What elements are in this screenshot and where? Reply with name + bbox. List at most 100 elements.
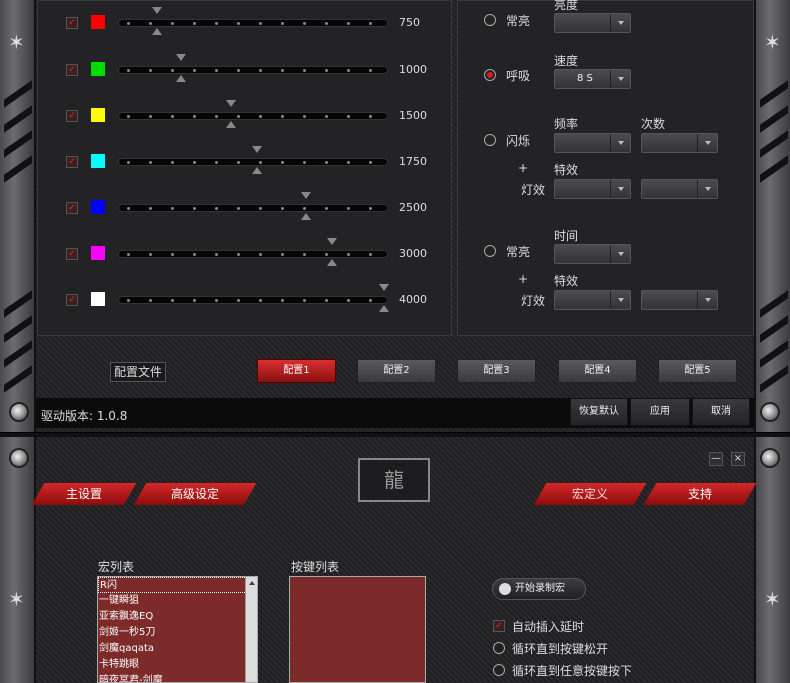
lighting-settings-window: ✶ ✶ ✓ 750 ✓ 1000 ✓ 1500 ✓ 1750 ✓ 2500 ✓ 3000 ✓ 4000 亮… [0, 0, 790, 433]
flash-radio[interactable] [484, 134, 496, 146]
rivet-icon [9, 402, 29, 422]
profile-4-button[interactable]: 配置4 [558, 359, 637, 383]
dpi-slider[interactable] [118, 192, 388, 220]
dpi-slider[interactable] [118, 284, 389, 312]
auto-delay-label: 自动插入延时 [512, 620, 585, 634]
slider-thumb-bottom-icon[interactable] [252, 167, 262, 174]
macro-list-scrollbar[interactable] [245, 577, 257, 682]
slider-tick [215, 161, 218, 164]
slider-tick [281, 22, 284, 25]
tab-support[interactable]: 支持 [643, 483, 757, 505]
slider-tick [149, 115, 152, 118]
dpi-enable-checkbox[interactable]: ✓ [66, 248, 78, 260]
effect-select-4[interactable] [641, 290, 718, 310]
dpi-enable-checkbox[interactable]: ✓ [66, 202, 78, 214]
steady2-radio[interactable] [484, 245, 496, 257]
slider-thumb-bottom-icon[interactable] [301, 213, 311, 220]
slider-thumb-top-icon[interactable] [379, 284, 389, 291]
slider-tick [149, 207, 152, 210]
slider-thumb-bottom-icon[interactable] [176, 75, 186, 82]
time-select[interactable] [554, 244, 631, 264]
effect-select[interactable] [554, 179, 631, 199]
auto-delay-checkbox[interactable]: ✓ [493, 620, 505, 632]
slider-thumb-bottom-icon[interactable] [379, 305, 389, 312]
dpi-enable-checkbox[interactable]: ✓ [66, 17, 78, 29]
dpi-color-swatch[interactable] [91, 200, 105, 214]
chevron-down-icon [610, 14, 630, 32]
macro-list-item[interactable]: 剑姬一秒5刀 [98, 625, 257, 641]
stripe-decoration [760, 80, 788, 108]
slider-tick [303, 69, 306, 72]
dpi-color-swatch[interactable] [91, 246, 105, 260]
frequency-select[interactable] [554, 133, 631, 153]
dpi-color-swatch[interactable] [91, 292, 105, 306]
effect-select-2[interactable] [641, 179, 718, 199]
restore-default-button[interactable]: 恢复默认 [570, 398, 628, 426]
macro-list-item[interactable]: 卡特跳眼 [98, 657, 257, 673]
profile-2-button[interactable]: 配置2 [357, 359, 436, 383]
effect-select-3[interactable] [554, 290, 631, 310]
brightness-select[interactable] [554, 13, 631, 33]
dpi-enable-checkbox[interactable]: ✓ [66, 294, 78, 306]
slider-thumb-bottom-icon[interactable] [152, 28, 162, 35]
speed-select[interactable]: 8 S [554, 69, 631, 89]
plus-label-2: + [518, 272, 529, 286]
slider-tick [325, 299, 328, 302]
steady-radio[interactable] [484, 14, 496, 26]
macro-list[interactable]: R闪 一键瞬狙 亚索飘逸EQ 剑姬一秒5刀 剑魔qaqata 卡特跳眼 暗夜冥君-剑魔 [97, 576, 258, 683]
dpi-color-swatch[interactable] [91, 108, 105, 122]
stripe-decoration [760, 290, 788, 318]
key-list[interactable] [289, 576, 426, 683]
macro-list-item[interactable]: R闪 [98, 577, 257, 593]
slider-thumb-top-icon[interactable] [301, 192, 311, 199]
start-record-macro-button[interactable]: 开始录制宏 [492, 578, 586, 600]
dpi-slider[interactable] [118, 146, 388, 174]
cancel-button[interactable]: 取消 [692, 398, 750, 426]
minimize-button[interactable]: — [709, 452, 723, 466]
macro-list-item[interactable]: 剑魔qaqata [98, 641, 257, 657]
loop-until-any-key-radio[interactable] [493, 664, 505, 676]
dpi-color-swatch[interactable] [91, 154, 105, 168]
dpi-enable-checkbox[interactable]: ✓ [66, 156, 78, 168]
slider-thumb-top-icon[interactable] [252, 146, 262, 153]
dpi-enable-checkbox[interactable]: ✓ [66, 64, 78, 76]
slider-thumb-top-icon[interactable] [327, 238, 337, 245]
dpi-level-row: ✓ 2500 [62, 192, 432, 220]
stripe-decoration [760, 365, 788, 393]
breathing-radio[interactable] [484, 69, 496, 81]
close-button[interactable]: × [731, 452, 745, 466]
profile-file-button[interactable]: 配置文件 [110, 362, 166, 382]
dpi-slider[interactable] [118, 238, 388, 266]
dpi-level-row: ✓ 1500 [62, 100, 432, 128]
slider-thumb-bottom-icon[interactable] [226, 121, 236, 128]
tab-macro[interactable]: 宏定义 [533, 483, 647, 505]
profile-1-button[interactable]: 配置1 [257, 359, 336, 383]
slider-thumb-top-icon[interactable] [152, 7, 162, 14]
tab-main-settings[interactable]: 主设置 [31, 483, 137, 505]
slider-thumb-top-icon[interactable] [176, 54, 186, 61]
rivet-icon [9, 448, 29, 468]
dpi-slider[interactable] [118, 100, 388, 128]
count-select[interactable] [641, 133, 718, 153]
dpi-color-swatch[interactable] [91, 15, 105, 29]
slider-thumb-top-icon[interactable] [226, 100, 236, 107]
slider-tick [369, 299, 372, 302]
macro-list-item[interactable]: 一键瞬狙 [98, 593, 257, 609]
stripe-decoration [760, 315, 788, 343]
dpi-enable-checkbox[interactable]: ✓ [66, 110, 78, 122]
profile-5-button[interactable]: 配置5 [658, 359, 737, 383]
profile-3-button[interactable]: 配置3 [457, 359, 536, 383]
slider-tick [237, 69, 240, 72]
slider-thumb-bottom-icon[interactable] [327, 259, 337, 266]
loop-until-release-radio[interactable] [493, 642, 505, 654]
tab-advanced[interactable]: 高级设定 [133, 483, 257, 505]
dpi-slider[interactable] [118, 54, 388, 82]
macro-list-item[interactable]: 亚索飘逸EQ [98, 609, 257, 625]
macro-list-item[interactable]: 暗夜冥君-剑魔 [98, 673, 257, 682]
frequency-label: 频率 [554, 117, 579, 131]
dpi-slider[interactable] [118, 7, 388, 35]
dpi-color-swatch[interactable] [91, 62, 105, 76]
apply-button[interactable]: 应用 [630, 398, 690, 426]
stripe-decoration [4, 290, 32, 318]
loop-until-any-key-label: 循环直到任意按键按下 [512, 664, 633, 678]
